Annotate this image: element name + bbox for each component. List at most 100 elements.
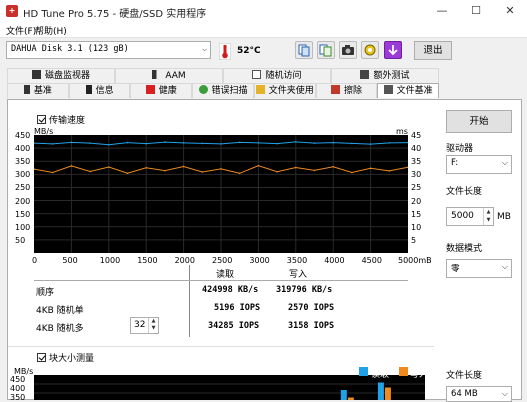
app-window: + HD Tune Pro 5.75 - 硬盘/SSD 实用程序 — ☐ ✕ 文…: [0, 0, 527, 402]
file-benchmark-icon: [383, 85, 393, 94]
transfer-speed-chart: [34, 135, 408, 253]
temperature-readout: 52°C: [237, 46, 261, 56]
block-y-tick-400: 400: [10, 384, 26, 393]
transfer-speed-checkbox[interactable]: 传输速度: [37, 113, 85, 126]
data-point: [126, 172, 129, 175]
data-point: [51, 143, 54, 145]
maximize-button[interactable]: ☐: [459, 0, 493, 22]
tab-random-access[interactable]: 随机访问: [223, 68, 331, 83]
block-size-checkbox[interactable]: 块大小测量: [37, 351, 94, 364]
data-point: [351, 142, 353, 145]
data-point: [351, 171, 353, 174]
tab-erase[interactable]: 擦除: [315, 83, 378, 98]
data-point: [201, 171, 204, 173]
save-icon[interactable]: [384, 41, 402, 59]
x-tick-label: 3000: [249, 256, 270, 265]
row-4kb-multi-label: 4KB 随机多: [36, 324, 84, 334]
legend-write-swatch: [399, 367, 408, 376]
legend-read-label: 读取: [371, 370, 390, 380]
spin-arrows-icon[interactable]: ▲ ▼: [148, 318, 158, 333]
block-y-tick-450: 450: [10, 375, 26, 384]
data-point: [407, 141, 408, 144]
minimize-button[interactable]: —: [425, 0, 459, 22]
data-point: [108, 166, 110, 168]
file-length-unit: MB: [497, 212, 511, 222]
data-point: [126, 141, 129, 144]
data-point: [201, 142, 204, 145]
file-length-label: 文件长度: [446, 187, 483, 197]
block-file-length-value: 64 MB: [451, 389, 478, 399]
exit-button[interactable]: 退出: [414, 41, 452, 60]
close-button[interactable]: ✕: [493, 0, 527, 22]
data-mode-select[interactable]: 零 ⌵: [446, 259, 512, 278]
data-point: [220, 168, 222, 170]
spin-arrows-icon[interactable]: ▲ ▼: [483, 208, 493, 225]
tab-benchmark[interactable]: 基准: [7, 83, 69, 98]
drive-letter-value: F:: [451, 158, 459, 168]
folder-icon: [255, 85, 265, 94]
tab-error-scan[interactable]: 错误扫描: [192, 83, 254, 98]
tab-extra-tests[interactable]: 额外测试: [331, 68, 439, 83]
data-point: [182, 165, 185, 168]
drive-letter-select[interactable]: F: ⌵: [446, 155, 512, 174]
read-header: 读取: [216, 270, 235, 280]
speaker-icon: [152, 70, 162, 79]
bar-write: [384, 387, 391, 400]
checkbox-icon: [37, 115, 46, 124]
row-4kb-single-label: 4KB 随机单: [36, 306, 84, 316]
data-point: [51, 171, 54, 174]
extra-tests-icon: [360, 70, 370, 79]
data-point: [164, 141, 166, 143]
tab-info[interactable]: 信息: [68, 83, 131, 98]
copy-text-icon[interactable]: [317, 41, 335, 59]
tab-disk-monitor[interactable]: 磁盘监视器: [7, 68, 115, 83]
data-point: [369, 167, 372, 170]
info-icon: [85, 85, 92, 94]
data-point: [70, 165, 73, 167]
menu-file[interactable]: 文件(F): [6, 24, 36, 37]
options-icon[interactable]: [361, 41, 379, 59]
tab-folder-usage[interactable]: 文件夹使用: [253, 83, 316, 98]
4kb-multi-read-value: 34285 IOPS: [208, 321, 260, 331]
x-tick-label: 500: [62, 256, 78, 265]
menu-help[interactable]: 帮助(H): [35, 24, 67, 37]
write-header: 写入: [289, 270, 308, 280]
tab-health[interactable]: 健康: [130, 83, 193, 98]
y-tick-label: 300: [15, 170, 31, 180]
tab-aam[interactable]: AAM: [115, 68, 223, 83]
screenshot-icon[interactable]: [339, 41, 357, 59]
data-point: [295, 166, 297, 169]
x-tick-label: 2500: [212, 256, 233, 265]
table-divider: [189, 265, 190, 337]
erase-icon: [330, 85, 340, 94]
y-tick-label-right: 5: [411, 235, 417, 245]
start-button[interactable]: 开始: [446, 110, 512, 133]
y-tick-label: 450: [15, 131, 31, 140]
title-bar: + HD Tune Pro 5.75 - 硬盘/SSD 实用程序 — ☐ ✕: [0, 0, 527, 22]
data-point: [220, 143, 222, 145]
drive-label: 驱动器: [446, 144, 474, 154]
app-icon: +: [6, 5, 18, 17]
disk-monitor-icon: [31, 70, 41, 79]
data-point: [164, 169, 166, 172]
y-tick-label-right: 25: [411, 183, 422, 193]
legend-write-label: 写入: [410, 370, 429, 380]
drive-select[interactable]: DAHUA Disk 3.1 (123 gB) ⌵: [6, 41, 211, 59]
x-tick-label: 3500: [286, 256, 308, 265]
data-point: [257, 164, 260, 167]
copy-info-icon[interactable]: [295, 41, 313, 59]
file-length-input[interactable]: 5000 ▲ ▼: [446, 207, 494, 226]
y-tick-label: 350: [15, 157, 31, 167]
y-tick-label-right: 10: [411, 222, 422, 232]
y-tick-label-right: 15: [411, 209, 422, 219]
y-tick-label-right: 35: [411, 157, 422, 167]
y-tick-label: 50: [15, 235, 26, 245]
block-file-length-label: 文件长度: [446, 371, 483, 381]
chevron-down-icon: ⌵: [501, 389, 508, 398]
y-tick-label: 250: [15, 183, 31, 193]
tab-file-benchmark[interactable]: 文件基准: [377, 83, 440, 98]
queue-depth-stepper[interactable]: 32 ▲ ▼: [130, 317, 159, 334]
block-y-tick-350: 350: [10, 393, 26, 402]
bar-read: [377, 382, 384, 400]
y-tick-label-right: 20: [411, 196, 422, 206]
